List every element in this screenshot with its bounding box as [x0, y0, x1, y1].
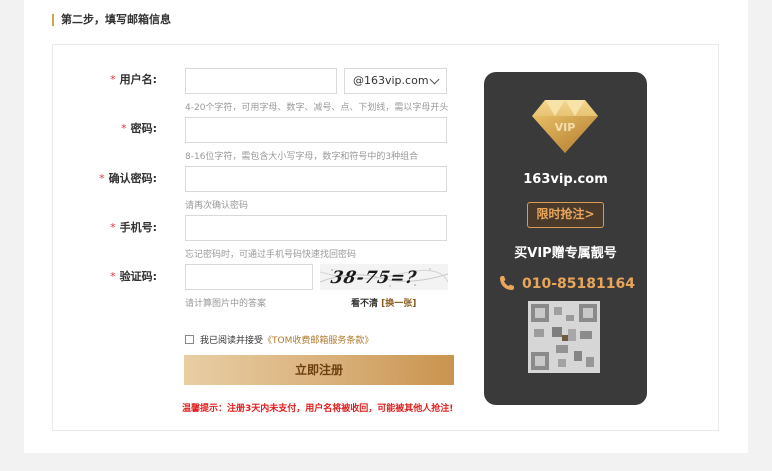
registration-panel: * 用户名: @163vip.com 4-20个字符，可用字母、数字、减号、点、下… [52, 44, 719, 431]
required-mark: * [99, 172, 105, 185]
confirm-password-input[interactable] [185, 166, 447, 192]
vip-badge-text: VIP [555, 121, 576, 134]
vip-phone: 010-85181164 [498, 274, 635, 292]
captcha-noise: 38-75=? [320, 268, 448, 288]
username-input[interactable] [185, 68, 337, 94]
vip-slogan: 买VIP赠专属靓号 [514, 246, 617, 261]
vip-domain: 163vip.com [523, 172, 608, 187]
phone-hint: 忘记密码时，可通过手机号码快速找回密码 [185, 250, 357, 260]
phone-label-text: 手机号: [119, 221, 157, 234]
vip-promo-card[interactable]: VIP 163vip.com 限时抢注> 买VIP赠专属靓号 010-85181… [484, 72, 647, 405]
confirm-password-label: * 确认密码: [53, 166, 157, 192]
confirm-password-hint: 请再次确认密码 [185, 201, 249, 211]
required-mark: * [110, 73, 116, 86]
captcha-hint: 请计算图片中的答案 [185, 299, 267, 309]
captcha-image[interactable]: 38-75=? [320, 264, 448, 290]
password-label-text: 密码: [130, 122, 157, 135]
diamond-icon: VIP [532, 100, 598, 153]
captcha-text: 38-75=? [329, 268, 419, 288]
username-label-text: 用户名: [119, 73, 157, 86]
terms-link[interactable]: 《TOM收费邮箱服务条款》 [263, 336, 373, 346]
vip-phone-number: 010-85181164 [522, 276, 635, 292]
limited-offer-button[interactable]: 限时抢注> [527, 202, 604, 228]
captcha-label-text: 验证码: [119, 270, 157, 283]
password-hint: 8-16位字符，需包含大小写字母，数字和符号中的3种组合 [185, 152, 419, 162]
page: 第二步，填写邮箱信息 * 用户名: @163vip.com 4-20个字符，可用字… [24, 0, 748, 453]
refresh-captcha-link[interactable]: [换一张] [381, 299, 416, 309]
qr-code [528, 301, 600, 373]
domain-select[interactable]: @163vip.com [344, 68, 447, 94]
phone-input[interactable] [185, 215, 447, 241]
domain-select-value: @163vip.com [353, 74, 429, 87]
agree-checkbox[interactable] [185, 335, 194, 344]
password-label: * 密码: [53, 116, 157, 142]
captcha-label: * 验证码: [53, 264, 157, 290]
required-mark: * [121, 122, 127, 135]
password-input[interactable] [185, 117, 447, 143]
agree-text: 我已阅读并接受 [200, 336, 264, 346]
username-label: * 用户名: [53, 67, 157, 93]
captcha-input[interactable] [185, 264, 313, 290]
captcha-refresh[interactable]: 看不清 [换一张] [351, 296, 416, 309]
step-title: 第二步，填写邮箱信息 [52, 12, 171, 28]
cant-see-text: 看不清 [351, 299, 379, 309]
phone-label: * 手机号: [53, 215, 157, 241]
chevron-down-icon [429, 74, 440, 85]
qr-pattern [528, 301, 600, 373]
required-mark: * [110, 270, 116, 283]
agreement: 我已阅读并接受《TOM收费邮箱服务条款》 [185, 335, 373, 347]
confirm-password-label-text: 确认密码: [108, 172, 157, 185]
required-mark: * [110, 221, 116, 234]
register-button[interactable]: 立即注册 [184, 355, 454, 385]
username-hint: 4-20个字符，可用字母、数字、减号、点、下划线，需以字母开头 [185, 103, 449, 113]
warning-text: 温馨提示：注册3天内未支付，用户名将被收回，可能被其他人抢注! [182, 404, 454, 414]
phone-icon [500, 276, 514, 290]
